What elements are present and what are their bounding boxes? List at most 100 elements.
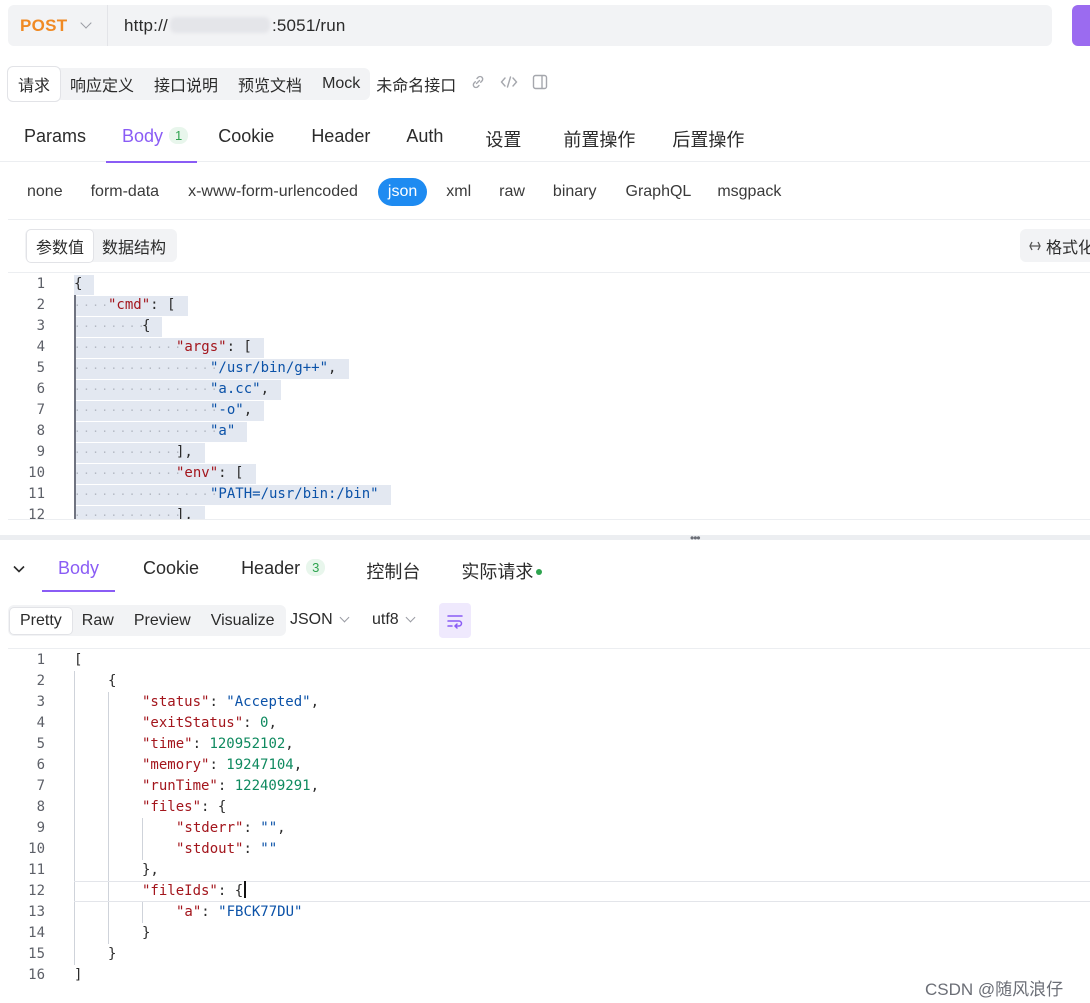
- indent-guide: [142, 902, 143, 923]
- link-icon[interactable]: [470, 74, 486, 94]
- response-format-select[interactable]: JSON: [290, 611, 350, 629]
- indent-guide: [74, 463, 76, 484]
- drag-handle-icon[interactable]: •••: [690, 531, 701, 545]
- send-button[interactable]: [1072, 5, 1090, 46]
- body-type-urlencoded[interactable]: x-www-form-urlencoded: [188, 183, 358, 201]
- tab-header[interactable]: Header: [311, 118, 370, 162]
- code-token: "stderr": [176, 820, 244, 836]
- code-token: : [: [218, 465, 244, 481]
- code-icon[interactable]: [500, 74, 518, 94]
- line-number: 16: [28, 967, 45, 983]
- code-text: "a.cc",: [210, 379, 269, 400]
- body-type-xml[interactable]: xml: [446, 183, 471, 201]
- tab-post-actions[interactable]: 后置操作: [672, 118, 744, 162]
- line-number: 4: [36, 339, 45, 355]
- response-encoding-select[interactable]: utf8: [372, 611, 416, 629]
- line-number: 6: [36, 757, 45, 773]
- tab-auth[interactable]: Auth: [406, 118, 443, 162]
- url-input[interactable]: http://:5051/run: [108, 16, 346, 36]
- indent-guide: [108, 692, 109, 713]
- view-raw[interactable]: Raw: [72, 608, 124, 634]
- body-type-form-data[interactable]: form-data: [91, 183, 159, 201]
- body-type-raw[interactable]: raw: [499, 183, 525, 201]
- format-button[interactable]: 格式化: [1020, 229, 1090, 262]
- code-text: "status": "Accepted",: [142, 692, 319, 713]
- code-token: 122409291: [234, 778, 311, 794]
- doc-tab-mock[interactable]: Mock: [312, 70, 370, 98]
- code-text: "fileIds": {: [142, 881, 247, 902]
- code-token: "PATH=/usr/bin:/bin": [210, 486, 379, 502]
- code-token: : {: [217, 883, 244, 899]
- code-text: "a": "FBCK77DU": [176, 902, 302, 923]
- doc-tab-response-def[interactable]: 响应定义: [60, 67, 144, 101]
- body-type-msgpack[interactable]: msgpack: [717, 183, 781, 201]
- response-tab-header[interactable]: Header 3: [241, 548, 326, 592]
- line-number: 8: [36, 799, 45, 815]
- doc-tab-api-desc[interactable]: 接口说明: [144, 67, 228, 101]
- doc-tab-preview-doc[interactable]: 预览文档: [228, 67, 312, 101]
- tab-pre-actions[interactable]: 前置操作: [563, 118, 635, 162]
- whitespace-markers: ················: [74, 404, 220, 417]
- tab-settings[interactable]: 设置: [485, 118, 521, 162]
- code-token: "cmd": [108, 297, 151, 313]
- panel-divider[interactable]: [0, 535, 1090, 540]
- data-structure-tab[interactable]: 数据结构: [93, 230, 175, 262]
- line-number: 13: [28, 904, 45, 920]
- response-format-value: JSON: [290, 611, 333, 628]
- body-type-binary[interactable]: binary: [553, 183, 597, 201]
- code-line: 7 ················ "-o",: [0, 400, 1090, 421]
- line-number: 9: [36, 820, 45, 836]
- api-name[interactable]: 未命名接口: [376, 72, 456, 96]
- url-suffix: :5051/run: [271, 15, 346, 35]
- method-select[interactable]: POST: [8, 5, 108, 46]
- response-tab-body[interactable]: Body: [41, 548, 116, 592]
- code-token: :: [192, 736, 210, 752]
- split-panel-icon[interactable]: [532, 74, 548, 94]
- body-type-none[interactable]: none: [27, 183, 63, 201]
- code-token: "": [260, 841, 278, 857]
- code-text: "stderr": "",: [176, 818, 286, 839]
- indent-guide: [74, 484, 76, 505]
- body-type-graphql[interactable]: GraphQL: [626, 183, 692, 201]
- code-token: 120952102: [209, 736, 286, 752]
- param-value-tab[interactable]: 参数值: [27, 229, 94, 262]
- tab-params[interactable]: Params: [24, 118, 86, 162]
- code-token: "args": [176, 339, 227, 355]
- code-token: ,: [310, 694, 320, 710]
- redacted-host: [169, 16, 270, 33]
- response-tab-console[interactable]: 控制台: [366, 548, 420, 592]
- whitespace-markers: ················: [74, 425, 220, 438]
- code-line: 8 ················ "a": [0, 421, 1090, 442]
- code-token: "FBCK77DU": [218, 904, 303, 920]
- code-text: }: [108, 944, 116, 965]
- whitespace-markers: ············: [74, 341, 184, 354]
- tab-cookie[interactable]: Cookie: [218, 118, 274, 162]
- view-preview[interactable]: Preview: [124, 608, 201, 634]
- indent-guide: [74, 400, 76, 421]
- code-line: 14}: [0, 923, 1090, 944]
- line-number: 11: [28, 862, 45, 878]
- code-token: "a.cc": [210, 381, 261, 397]
- tab-body[interactable]: Body 1: [106, 118, 198, 163]
- code-token: : [: [150, 297, 176, 313]
- indent-guide: [74, 734, 75, 755]
- response-body-viewer[interactable]: 1[2{3 "status": "Accepted", 4 "exitStatus":…: [0, 649, 1090, 991]
- response-tab-cookie[interactable]: Cookie: [143, 548, 199, 592]
- collapse-response-icon[interactable]: [12, 548, 26, 592]
- view-visualize[interactable]: Visualize: [201, 608, 285, 634]
- response-tabs: Body Cookie Header 3 控制台 实际请求: [0, 548, 1090, 592]
- code-token: {: [74, 276, 83, 292]
- word-wrap-button[interactable]: [439, 603, 471, 638]
- response-tab-actual-request[interactable]: 实际请求: [461, 548, 543, 592]
- code-token: ,: [260, 381, 270, 397]
- view-pretty[interactable]: Pretty: [10, 607, 72, 634]
- doc-tab-request[interactable]: 请求: [8, 66, 61, 101]
- text-cursor: [244, 881, 247, 898]
- indent-guide: [74, 839, 75, 860]
- indent-guide: [74, 379, 76, 400]
- code-line: 10 "stdout": "": [0, 839, 1090, 860]
- url-bar: POST http://:5051/run: [8, 5, 1052, 46]
- code-line: 1{: [0, 274, 1090, 295]
- request-body-editor[interactable]: 1{2 ···· "cmd": [3 ········{4 ············ "a…: [0, 273, 1090, 520]
- body-type-json[interactable]: json: [377, 178, 428, 206]
